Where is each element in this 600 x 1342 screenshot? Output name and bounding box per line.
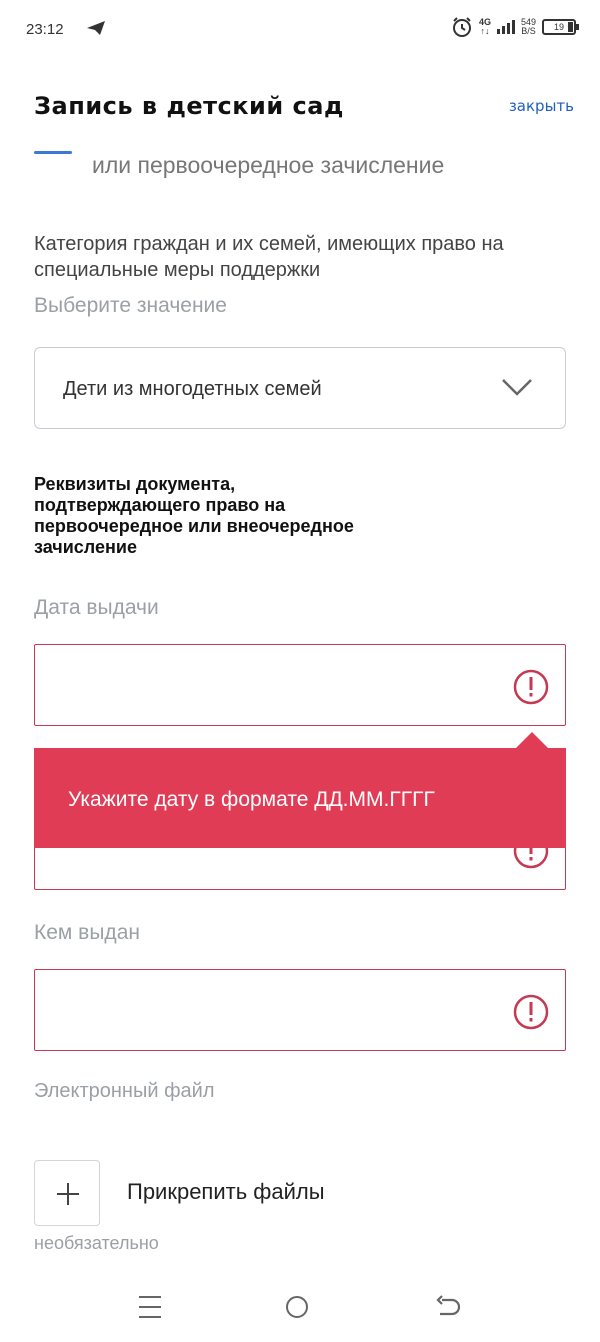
tooltip-arrow: [516, 732, 548, 748]
error-tooltip: Укажите дату в формате ДД.ММ.ГГГГ: [34, 732, 566, 848]
issued-by-label: Кем выдан: [34, 921, 140, 944]
plus-icon-vertical: [67, 1183, 69, 1205]
partial-option-text: или первоочередное зачисление: [92, 152, 445, 178]
issued-by-input[interactable]: [34, 969, 566, 1051]
issue-date-label: Дата выдачи: [34, 596, 159, 619]
page-title: Запись в детский сад: [34, 92, 344, 120]
menu-icon[interactable]: [139, 1296, 161, 1318]
chevron-down-icon: [502, 379, 532, 396]
attach-files-button[interactable]: [34, 1160, 100, 1226]
issue-date-input[interactable]: [34, 644, 566, 726]
option-indicator: [34, 151, 72, 154]
close-link[interactable]: закрыть: [509, 97, 574, 115]
telegram-send-icon: [87, 21, 105, 35]
network-speed: 549 B/S: [520, 17, 536, 36]
error-icon: [513, 669, 549, 705]
status-icons: 4G ↑↓ 549 B/S 19: [451, 16, 579, 38]
optional-note: необязательно: [34, 1233, 159, 1253]
category-select[interactable]: Дети из многодетных семей: [34, 347, 566, 429]
error-icon: [513, 994, 549, 1030]
attach-files-label[interactable]: Прикрепить файлы: [127, 1179, 325, 1205]
signal-icon: [496, 20, 515, 34]
category-label: Категория граждан и их семей, имеющих пр…: [34, 231, 574, 319]
category-selected-value: Дети из многодетных семей: [63, 378, 322, 400]
category-hint: Выберите значение: [34, 294, 227, 317]
battery-icon: 19: [542, 19, 579, 35]
file-label: Электронный файл: [34, 1080, 215, 1102]
alarm-icon: [452, 17, 471, 37]
document-section-title: Реквизиты документа, подтверждающего пра…: [34, 474, 354, 557]
home-icon[interactable]: [286, 1296, 308, 1318]
network-type: 4G ↑↓: [478, 17, 491, 36]
back-icon[interactable]: [436, 1294, 464, 1320]
error-tooltip-text: Укажите дату в формате ДД.ММ.ГГГГ: [68, 788, 435, 811]
status-time: 23:12: [26, 21, 64, 38]
